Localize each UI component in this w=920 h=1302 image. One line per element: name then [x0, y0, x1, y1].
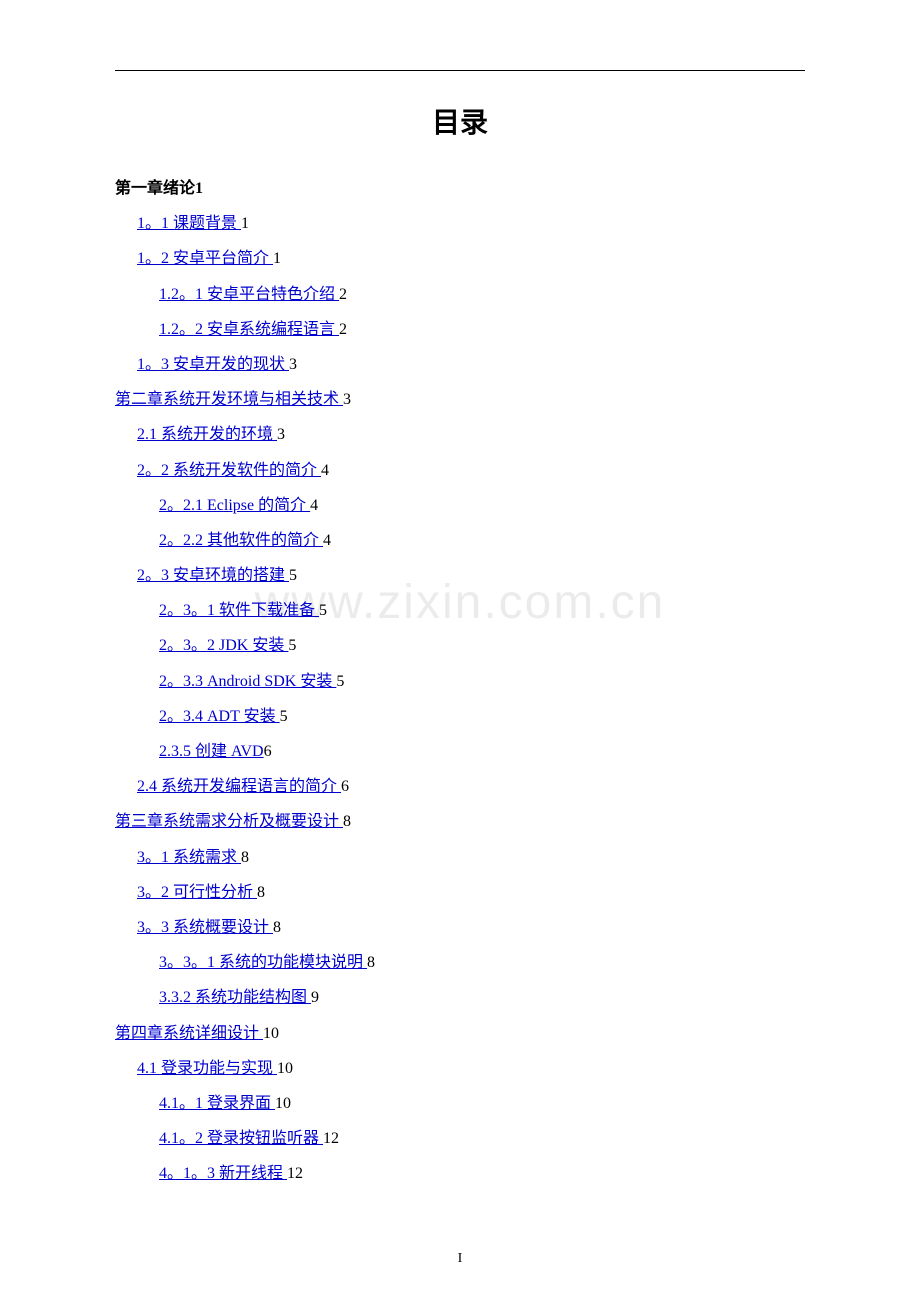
- toc-page-number: 10: [275, 1095, 291, 1112]
- header-rule: [115, 70, 805, 71]
- toc-entry: 2。2 系统开发软件的简介 4: [115, 453, 805, 488]
- toc-entry: 2。2.1 Eclipse 的简介 4: [115, 488, 805, 523]
- toc-link[interactable]: 4.1。2 登录按钮监听器: [159, 1130, 323, 1147]
- page-number: I: [0, 1251, 920, 1267]
- toc-entry: 3。3 系统概要设计 8: [115, 910, 805, 945]
- toc-page-number: 12: [323, 1130, 339, 1147]
- toc-link[interactable]: 2。3。1 软件下载准备: [159, 602, 319, 619]
- toc-page-number: 1: [241, 215, 249, 232]
- toc-page-number: 4: [321, 462, 329, 479]
- toc-page-number: 10: [263, 1025, 279, 1042]
- toc-page-number: 10: [277, 1060, 293, 1077]
- toc-link[interactable]: 4。1。3 新开线程: [159, 1165, 287, 1182]
- toc-page-number: 3: [277, 426, 285, 443]
- toc-entry: 第四章系统详细设计 10: [115, 1016, 805, 1051]
- toc-entry: 2。3。2 JDK 安装 5: [115, 628, 805, 663]
- toc-link[interactable]: 2。3.3 Android SDK 安装: [159, 673, 336, 690]
- toc-page-number: 12: [287, 1165, 303, 1182]
- toc-page-number: 8: [367, 954, 375, 971]
- toc-link[interactable]: 2。2.1 Eclipse 的简介: [159, 497, 310, 514]
- toc-entry: 2。2.2 其他软件的简介 4: [115, 523, 805, 558]
- toc-page-number: 5: [280, 708, 288, 725]
- toc-page-number: 8: [273, 919, 281, 936]
- toc-entry: 3。3。1 系统的功能模块说明 8: [115, 945, 805, 980]
- toc-link[interactable]: 第四章系统详细设计: [115, 1025, 263, 1042]
- toc-entry: 2.3.5 创建 AVD6: [115, 734, 805, 769]
- toc-entry: 1。1 课题背景 1: [115, 206, 805, 241]
- toc-link[interactable]: 4.1 登录功能与实现: [137, 1060, 277, 1077]
- toc-page-number: 1: [273, 250, 281, 267]
- toc-entry: 1。2 安卓平台简介 1: [115, 241, 805, 276]
- toc-entry: 第二章系统开发环境与相关技术 3: [115, 382, 805, 417]
- toc-link[interactable]: 1。1 课题背景: [137, 215, 241, 232]
- toc-page-number: 9: [311, 989, 319, 1006]
- toc-link[interactable]: 2.4 系统开发编程语言的简介: [137, 778, 341, 795]
- toc-link[interactable]: 2.1 系统开发的环境: [137, 426, 277, 443]
- toc-link[interactable]: 2。2.2 其他软件的简介: [159, 532, 323, 549]
- toc-page-number: 8: [241, 849, 249, 866]
- toc-page-number: 3: [289, 356, 297, 373]
- table-of-contents: 第一章绪论11。1 课题背景 11。2 安卓平台简介 11.2。1 安卓平台特色…: [115, 171, 805, 1191]
- toc-page-number: 4: [323, 532, 331, 549]
- page-title: 目录: [115, 101, 805, 141]
- toc-page-number: 4: [310, 497, 318, 514]
- toc-link[interactable]: 4.1。1 登录界面: [159, 1095, 275, 1112]
- toc-entry: 4.1。2 登录按钮监听器 12: [115, 1121, 805, 1156]
- toc-page-number: 2: [339, 321, 347, 338]
- toc-page-number: 3: [343, 391, 351, 408]
- toc-entry: 3。1 系统需求 8: [115, 840, 805, 875]
- toc-entry: 1。3 安卓开发的现状 3: [115, 347, 805, 382]
- toc-link[interactable]: 3。2 可行性分析: [137, 884, 257, 901]
- toc-page-number: 6: [264, 743, 272, 760]
- toc-link[interactable]: 3.3.2 系统功能结构图: [159, 989, 311, 1006]
- toc-entry: 2。3.4 ADT 安装 5: [115, 699, 805, 734]
- toc-entry: 2。3。1 软件下载准备 5: [115, 593, 805, 628]
- toc-link[interactable]: 2。3。2 JDK 安装: [159, 637, 288, 654]
- toc-link[interactable]: 3。3 系统概要设计: [137, 919, 273, 936]
- toc-page-number: 8: [343, 813, 351, 830]
- toc-text: 第一章绪论: [115, 180, 195, 197]
- toc-link[interactable]: 3。3。1 系统的功能模块说明: [159, 954, 367, 971]
- toc-entry: 2。3 安卓环境的搭建 5: [115, 558, 805, 593]
- toc-link[interactable]: 2。3.4 ADT 安装: [159, 708, 280, 725]
- toc-link[interactable]: 第三章系统需求分析及概要设计: [115, 813, 343, 830]
- toc-entry: 2。3.3 Android SDK 安装 5: [115, 664, 805, 699]
- toc-link[interactable]: 1.2。2 安卓系统编程语言: [159, 321, 339, 338]
- toc-entry: 3.3.2 系统功能结构图 9: [115, 980, 805, 1015]
- toc-entry: 1.2。1 安卓平台特色介绍 2: [115, 277, 805, 312]
- toc-entry: 4.1。1 登录界面 10: [115, 1086, 805, 1121]
- toc-entry: 2.4 系统开发编程语言的简介 6: [115, 769, 805, 804]
- toc-entry: 第一章绪论1: [115, 171, 805, 206]
- toc-page-number: 5: [289, 567, 297, 584]
- toc-entry: 3。2 可行性分析 8: [115, 875, 805, 910]
- toc-link[interactable]: 3。1 系统需求: [137, 849, 241, 866]
- toc-page-number: 2: [339, 286, 347, 303]
- toc-entry: 4.1 登录功能与实现 10: [115, 1051, 805, 1086]
- toc-page-number: 6: [341, 778, 349, 795]
- document-page: 目录 第一章绪论11。1 课题背景 11。2 安卓平台简介 11.2。1 安卓平…: [0, 0, 920, 1191]
- toc-page-number: 5: [288, 637, 296, 654]
- toc-link[interactable]: 第二章系统开发环境与相关技术: [115, 391, 343, 408]
- toc-page-number: 5: [319, 602, 327, 619]
- toc-link[interactable]: 1.2。1 安卓平台特色介绍: [159, 286, 339, 303]
- toc-page-number: 1: [195, 180, 203, 197]
- toc-entry: 2.1 系统开发的环境 3: [115, 417, 805, 452]
- toc-entry: 4。1。3 新开线程 12: [115, 1156, 805, 1191]
- toc-link[interactable]: 1。3 安卓开发的现状: [137, 356, 289, 373]
- toc-page-number: 5: [336, 673, 344, 690]
- toc-link[interactable]: 2。2 系统开发软件的简介: [137, 462, 321, 479]
- toc-link[interactable]: 1。2 安卓平台简介: [137, 250, 273, 267]
- toc-link[interactable]: 2.3.5 创建 AVD: [159, 743, 264, 760]
- toc-page-number: 8: [257, 884, 265, 901]
- toc-entry: 1.2。2 安卓系统编程语言 2: [115, 312, 805, 347]
- toc-link[interactable]: 2。3 安卓环境的搭建: [137, 567, 289, 584]
- toc-entry: 第三章系统需求分析及概要设计 8: [115, 804, 805, 839]
